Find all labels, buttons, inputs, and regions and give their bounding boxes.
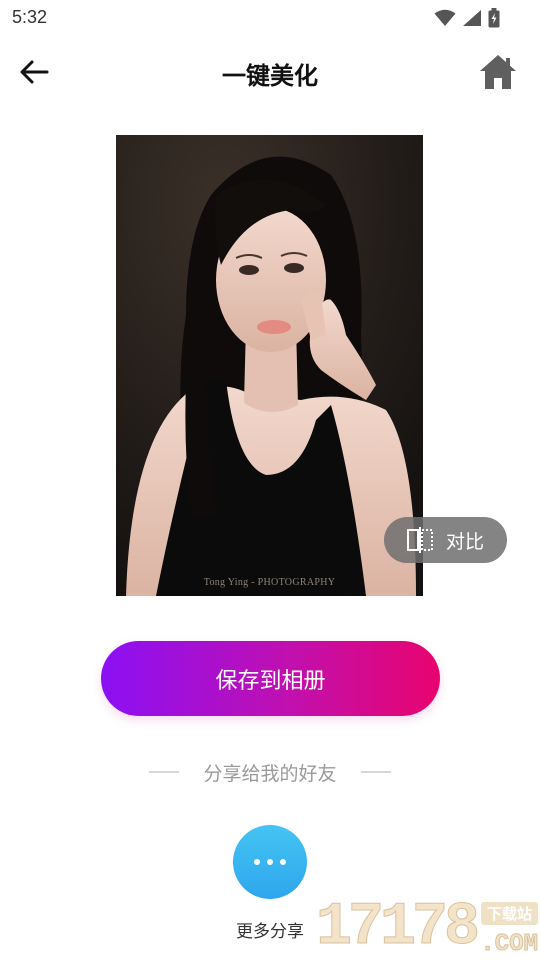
home-button[interactable] xyxy=(478,52,518,92)
home-icon xyxy=(480,55,516,89)
status-bar: 5:32 xyxy=(0,0,540,38)
page-title: 一键美化 xyxy=(222,62,318,90)
compare-button[interactable]: 对比 xyxy=(384,517,507,563)
save-to-album-button[interactable]: 保存到相册 xyxy=(101,641,440,716)
more-dots-icon xyxy=(254,859,286,865)
wifi-icon xyxy=(434,9,456,26)
share-heading: 分享给我的好友 xyxy=(203,762,337,785)
more-share-label: 更多分享 xyxy=(236,922,304,942)
battery-charging-icon xyxy=(488,8,500,28)
compare-label: 对比 xyxy=(446,530,485,553)
cell-signal-icon xyxy=(463,10,481,26)
title-bar: 一键美化 xyxy=(0,40,540,104)
share-divider: 分享给我的好友 xyxy=(0,758,540,786)
watermark-tag: 下载站 xyxy=(480,902,538,925)
status-time: 5:32 xyxy=(12,7,48,27)
divider-line-right xyxy=(360,771,391,773)
portrait-image xyxy=(116,135,423,596)
site-watermark: 17178 下载站 .COM xyxy=(315,894,540,960)
more-share-button[interactable] xyxy=(233,825,307,899)
watermark-digits: 17178 xyxy=(315,894,480,960)
watermark-suffix: .COM xyxy=(480,931,539,959)
status-icons xyxy=(434,8,500,28)
compare-icon xyxy=(407,527,433,553)
beautified-photo: Tong Ying - PHOTOGRAPHY xyxy=(116,135,423,596)
divider-line-left xyxy=(149,771,180,773)
photo-watermark: Tong Ying - PHOTOGRAPHY xyxy=(203,577,336,588)
